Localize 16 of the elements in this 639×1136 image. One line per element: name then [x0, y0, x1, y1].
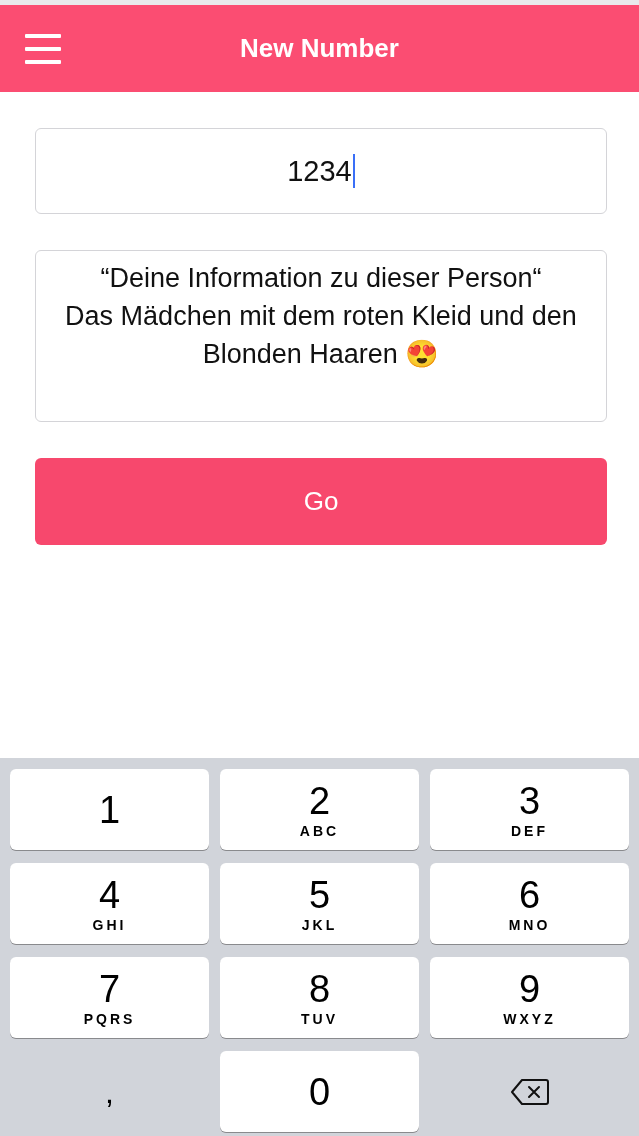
- keypad-key[interactable]: 6 MNO: [430, 863, 629, 944]
- keypad-key[interactable]: 9 WXYZ: [430, 957, 629, 1038]
- info-field[interactable]: “Deine Information zu dieser Person“ Das Mädchen mit dem roten Kleid und den Blonden Haaren 😍: [35, 250, 607, 422]
- screen-title: New Number: [240, 33, 399, 64]
- backspace-icon[interactable]: [509, 1077, 550, 1106]
- keypad-key[interactable]: 4 GHI: [10, 863, 209, 944]
- keypad-key[interactable]: 8 TUV: [220, 957, 419, 1038]
- number-field[interactable]: 1234: [35, 128, 607, 214]
- keypad-key[interactable]: 0: [220, 1051, 419, 1132]
- keypad-key[interactable]: 1: [10, 769, 209, 850]
- keypad-key[interactable]: 5 JKL: [220, 863, 419, 944]
- keypad-key[interactable]: 7 PQRS: [10, 957, 209, 1038]
- keypad-key[interactable]: 2 ABC: [220, 769, 419, 850]
- keypad-key[interactable]: ,: [10, 1051, 209, 1132]
- keypad-key[interactable]: 3 DEF: [430, 769, 629, 850]
- menu-icon[interactable]: [25, 34, 61, 64]
